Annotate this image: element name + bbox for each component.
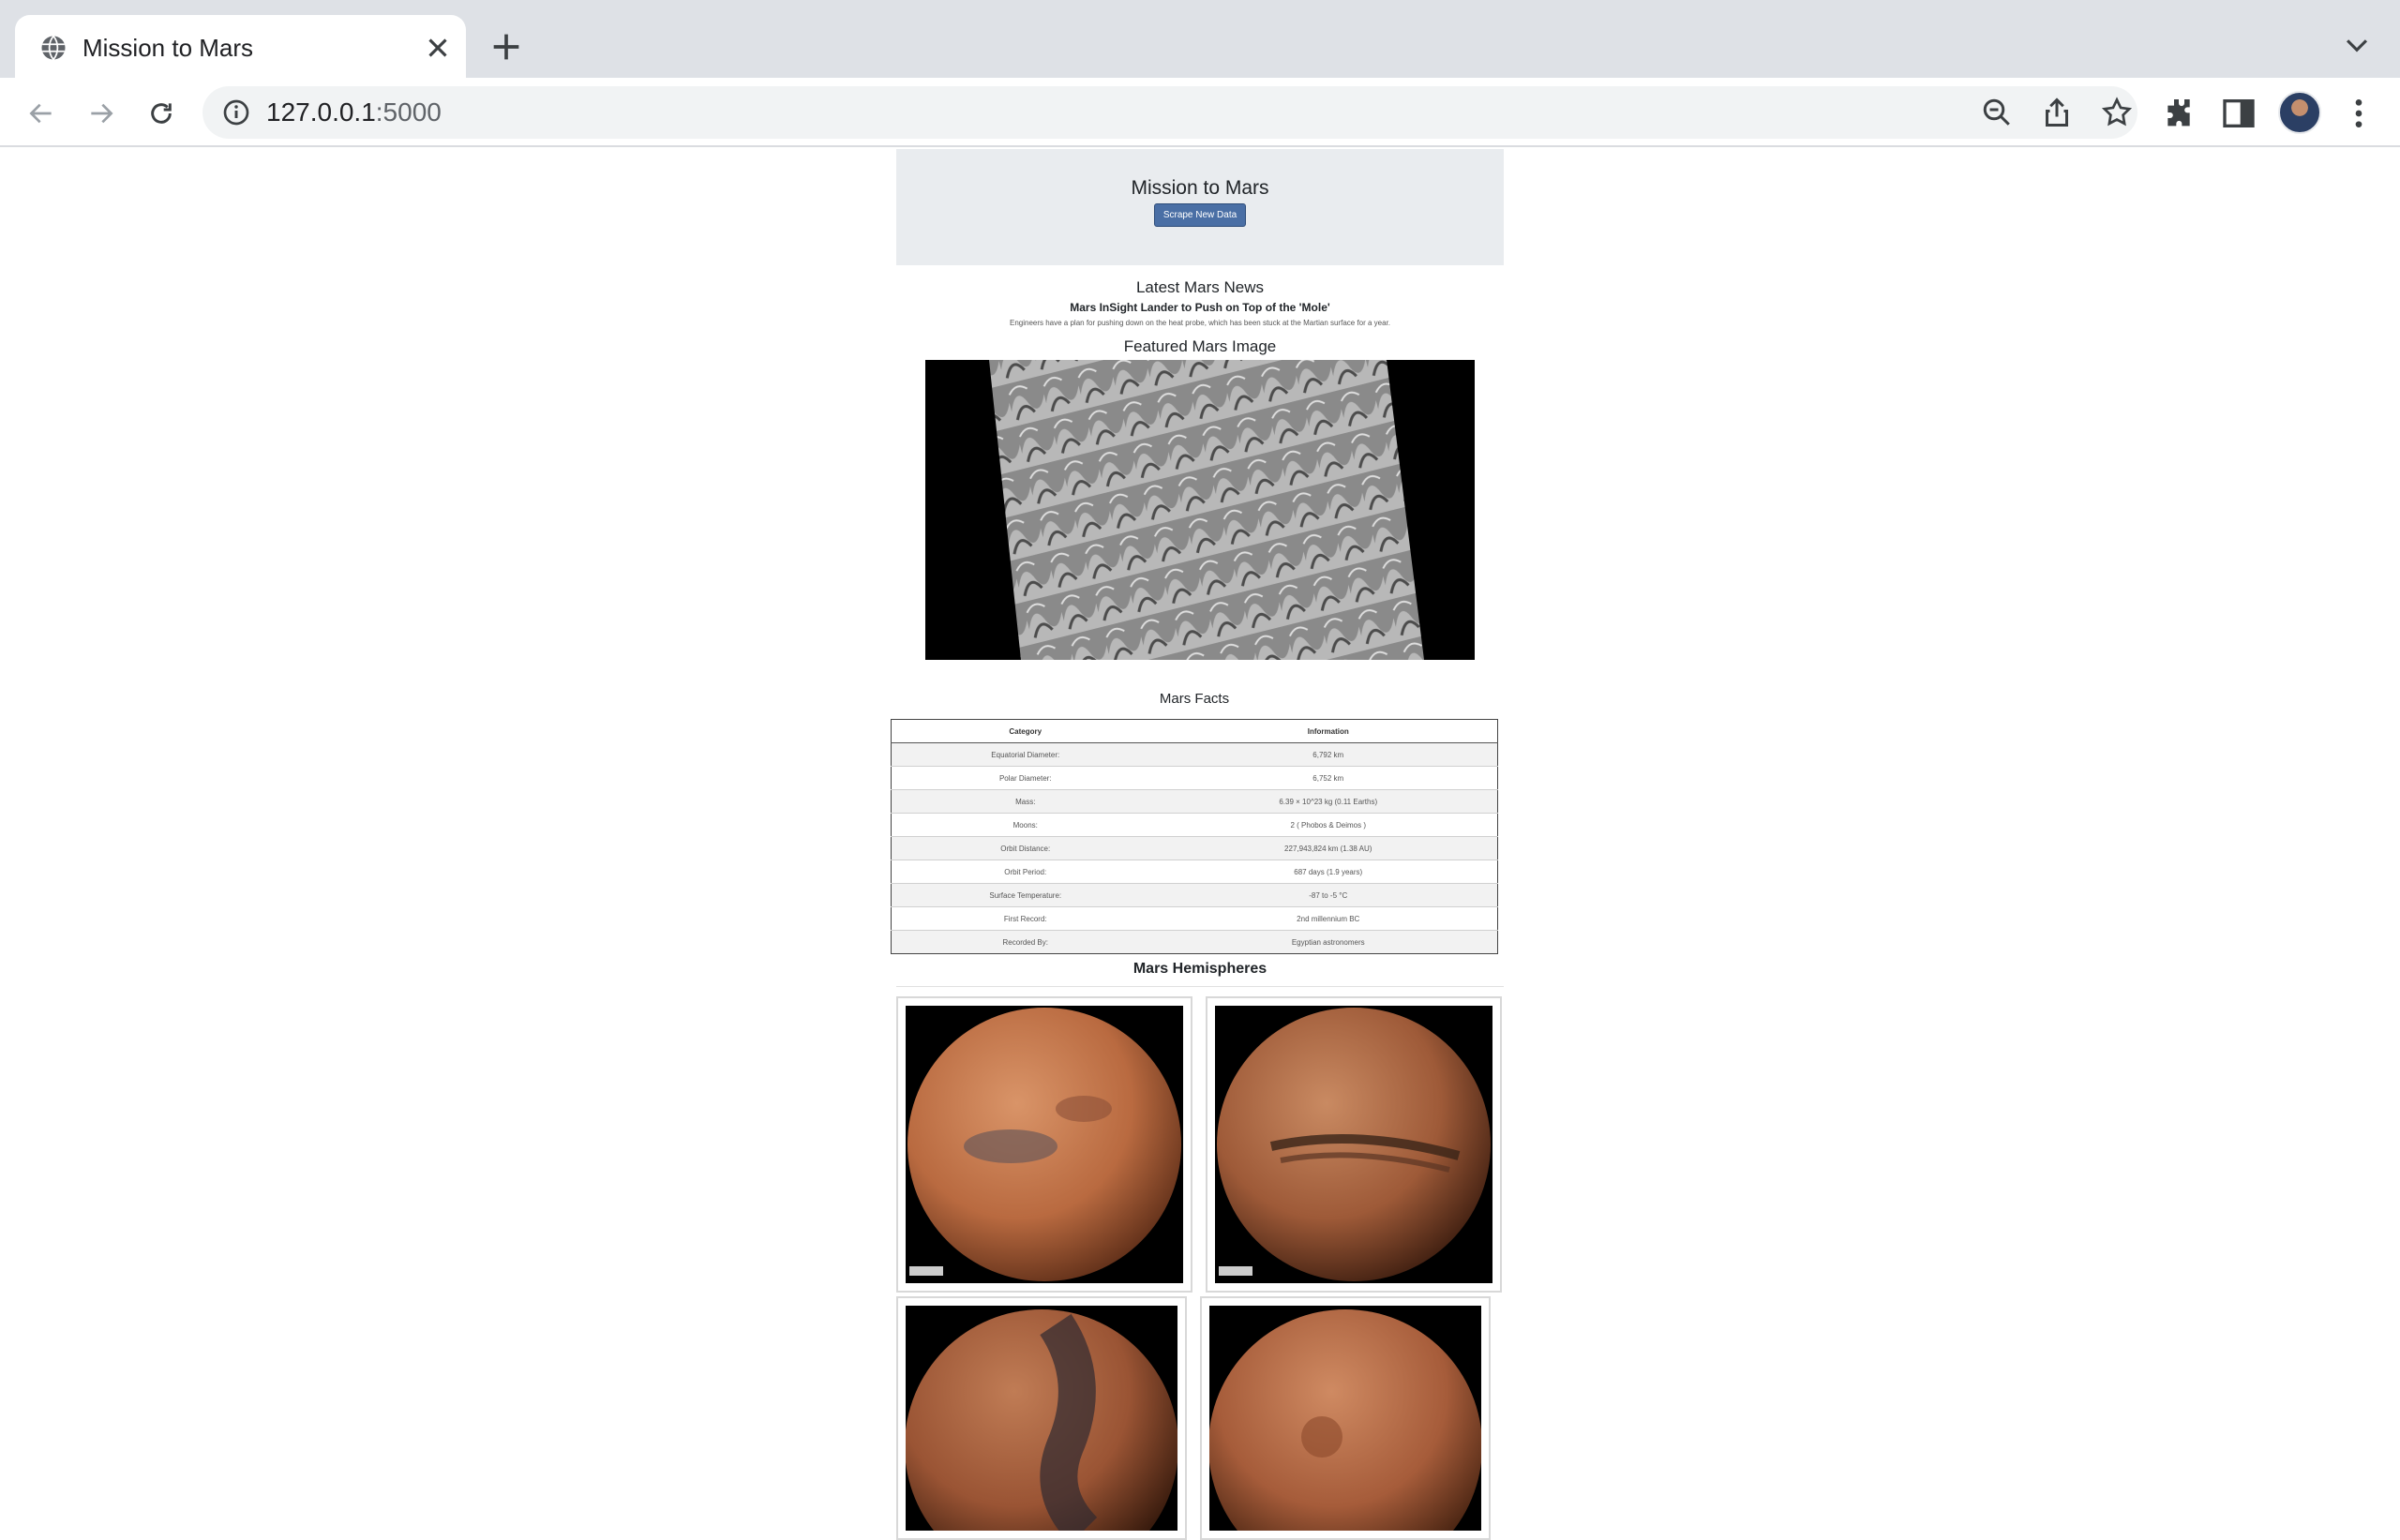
arrow-right-icon	[91, 103, 113, 124]
table-cell: Orbit Period:	[891, 860, 1160, 884]
hemispheres-heading: Mars Hemispheres	[1132, 961, 1268, 977]
divider	[896, 986, 1504, 987]
share-icon[interactable]	[2040, 96, 2074, 129]
table-row: Mass: 6.39 × 10^23 kg (0.11 Earths)	[891, 789, 1498, 814]
scrape-new-data-button[interactable]: Scrape New Data	[1154, 203, 1246, 227]
table-cell: First Record:	[891, 906, 1160, 931]
profile-avatar[interactable]	[2278, 91, 2321, 134]
kebab-menu-icon[interactable]	[2340, 95, 2378, 132]
hemisphere-image	[906, 1306, 1178, 1531]
table-cell: Moons:	[891, 813, 1160, 837]
hemisphere-thumbnail[interactable]	[1200, 1296, 1491, 1540]
table-row: First Record: 2nd millennium BC	[891, 906, 1498, 931]
reload-icon	[151, 103, 172, 124]
extensions-puzzle-icon[interactable]	[2160, 95, 2198, 132]
featured-mars-image	[925, 360, 1475, 660]
table-header-row: Category Information	[891, 719, 1498, 743]
hemisphere-thumbnail[interactable]	[896, 996, 1192, 1293]
news-heading: Latest Mars News	[1135, 278, 1265, 296]
table-row: Orbit Period: 687 days (1.9 years)	[891, 860, 1498, 884]
address-bar[interactable]: 127.0.0.1:5000	[202, 86, 2138, 139]
table-cell: Orbit Distance:	[891, 836, 1160, 860]
table-cell: 6,792 km	[1159, 742, 1498, 767]
table-row: Equatorial Diameter: 6,792 km	[891, 742, 1498, 767]
hemisphere-thumbnail[interactable]	[896, 1296, 1187, 1540]
url-port: :5000	[375, 97, 442, 127]
news-title: Mars InSight Lander to Push on Top of th…	[1070, 301, 1330, 314]
news-paragraph: Engineers have a plan for pushing down o…	[1009, 319, 1391, 327]
hemisphere-image	[1209, 1306, 1481, 1531]
hemisphere-image	[906, 1006, 1183, 1283]
table-cell: 227,943,824 km (1.38 AU)	[1159, 836, 1498, 860]
reload-button[interactable]	[141, 93, 182, 134]
new-tab-icon[interactable]	[488, 28, 525, 66]
tab-strip: Mission to Mars	[0, 0, 2400, 78]
url-host: 127.0.0.1	[266, 97, 376, 127]
table-cell: Surface Temperature:	[891, 883, 1160, 907]
hemisphere-image	[1215, 1006, 1492, 1283]
column-header: Information	[1159, 719, 1498, 743]
table-row: Orbit Distance: 227,943,824 km (1.38 AU)	[891, 836, 1498, 860]
browser-toolbar: 127.0.0.1:5000	[0, 78, 2400, 147]
table-cell: Recorded By:	[891, 930, 1160, 954]
browser-tab-active[interactable]: Mission to Mars	[15, 15, 466, 78]
tab-title: Mission to Mars	[82, 34, 254, 62]
arrow-left-icon	[29, 103, 52, 124]
back-button[interactable]	[21, 93, 62, 134]
table-cell: Mass:	[891, 789, 1160, 814]
table-cell: 6,752 km	[1159, 766, 1498, 790]
url-text[interactable]: 127.0.0.1:5000	[266, 97, 442, 127]
mars-facts-table: Category Information Equatorial Diameter…	[891, 719, 1498, 954]
facts-heading: Mars Facts	[1159, 691, 1230, 707]
side-panel-icon[interactable]	[2220, 95, 2258, 132]
zoom-out-icon[interactable]	[1980, 96, 2014, 129]
chevron-down-icon[interactable]	[2338, 30, 2376, 62]
column-header: Category	[891, 719, 1160, 743]
table-row: Polar Diameter: 6,752 km	[891, 766, 1498, 790]
table-row: Surface Temperature: -87 to -5 °C	[891, 883, 1498, 907]
close-tab-icon[interactable]	[422, 32, 454, 64]
table-row: Recorded By: Egyptian astronomers	[891, 930, 1498, 954]
featured-image-heading: Featured Mars Image	[1123, 337, 1277, 355]
bookmark-star-icon[interactable]	[2100, 96, 2134, 129]
table-cell: 2nd millennium BC	[1159, 906, 1498, 931]
jumbotron: Mission to Mars Scrape New Data	[896, 149, 1504, 265]
info-icon[interactable]	[221, 97, 251, 127]
table-cell: Equatorial Diameter:	[891, 742, 1160, 767]
hemisphere-thumbnail[interactable]	[1206, 996, 1502, 1293]
forward-button[interactable]	[81, 93, 122, 134]
page-title: Mission to Mars	[1131, 177, 1269, 199]
table-cell: 6.39 × 10^23 kg (0.11 Earths)	[1159, 789, 1498, 814]
table-row: Moons: 2 ( Phobos & Deimos )	[891, 813, 1498, 837]
page-content: Mission to Mars Scrape New Data Latest M…	[0, 149, 2400, 1540]
table-cell: Polar Diameter:	[891, 766, 1160, 790]
globe-icon	[41, 35, 66, 61]
table-cell: 2 ( Phobos & Deimos )	[1159, 813, 1498, 837]
table-cell: Egyptian astronomers	[1159, 930, 1498, 954]
table-cell: 687 days (1.9 years)	[1159, 860, 1498, 884]
table-cell: -87 to -5 °C	[1159, 883, 1498, 907]
